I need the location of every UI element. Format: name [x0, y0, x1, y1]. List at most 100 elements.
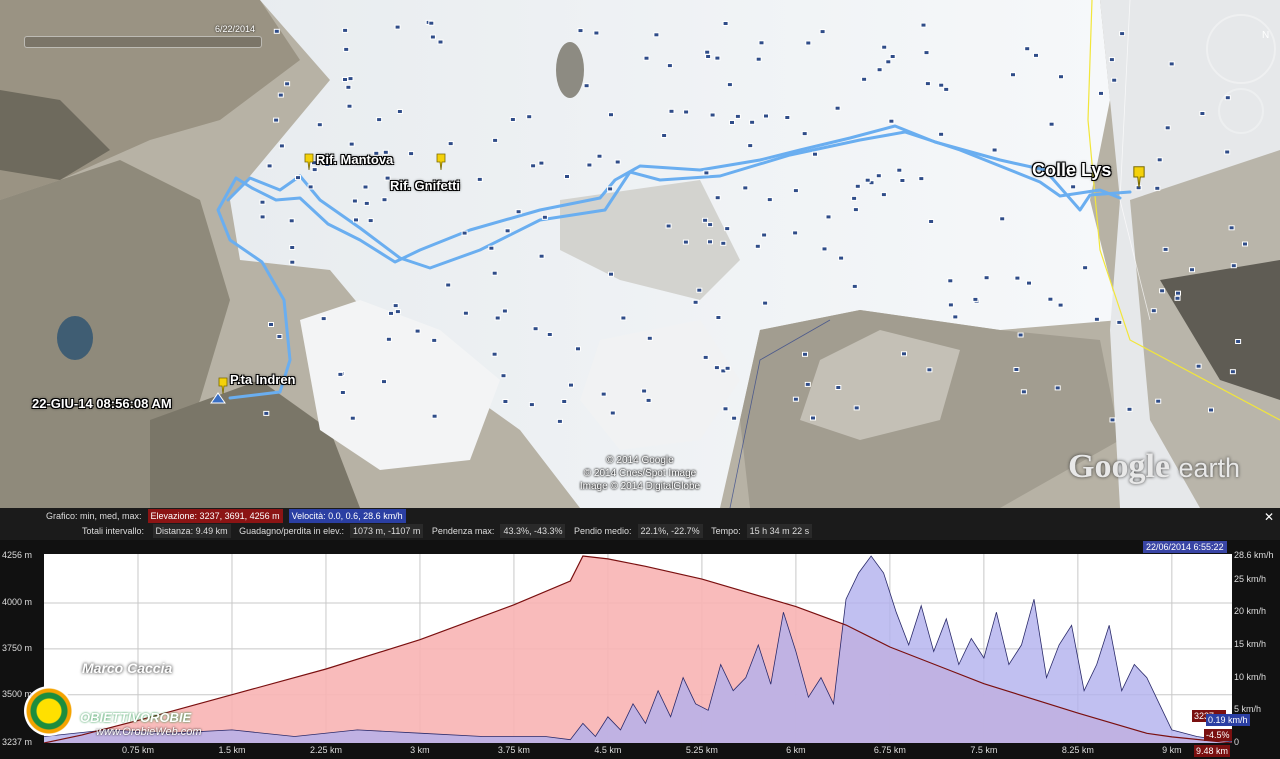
waypoint-marker-icon[interactable] [763, 113, 769, 119]
waypoint-marker-icon[interactable] [947, 278, 954, 284]
waypoint-marker-icon[interactable] [515, 209, 522, 215]
waypoint-marker-icon[interactable] [583, 83, 590, 89]
waypoint-marker-icon[interactable] [715, 315, 722, 320]
waypoint-marker-icon[interactable] [284, 81, 291, 87]
waypoint-marker-icon[interactable] [801, 131, 808, 137]
waypoint-marker-icon[interactable] [885, 59, 892, 65]
waypoint-marker-icon[interactable] [666, 63, 673, 69]
distance-stat[interactable]: Distanza: 9.49 km [152, 524, 231, 538]
waypoint-marker-icon[interactable] [541, 214, 548, 220]
waypoint-marker-icon[interactable] [810, 415, 816, 421]
waypoint-marker-icon[interactable] [428, 20, 435, 26]
profile-chart[interactable] [43, 554, 1233, 744]
waypoint-marker-icon[interactable] [1093, 316, 1100, 322]
waypoint-marker-icon[interactable] [734, 113, 741, 119]
waypoint-marker-icon[interactable] [665, 223, 672, 229]
waypoint-marker-icon[interactable] [362, 184, 369, 190]
waypoint-marker-icon[interactable] [396, 109, 403, 114]
waypoint-marker-icon[interactable] [896, 167, 903, 173]
waypoint-marker-icon[interactable] [702, 354, 709, 360]
waypoint-marker-icon[interactable] [568, 382, 574, 388]
waypoint-marker-icon[interactable] [1054, 385, 1061, 391]
waypoint-marker-icon[interactable] [714, 195, 721, 201]
waypoint-marker-icon[interactable] [835, 385, 842, 390]
waypoint-marker-icon[interactable] [577, 28, 584, 34]
waypoint-marker-icon[interactable] [881, 44, 888, 50]
waypoint-marker-icon[interactable] [1230, 263, 1237, 269]
speed-stat-button[interactable]: Velocità: 0.0, 0.6, 28.6 km/h [288, 509, 406, 523]
waypoint-marker-icon[interactable] [853, 405, 860, 411]
time-slider[interactable] [24, 36, 262, 48]
waypoint-marker-icon[interactable] [1154, 185, 1161, 191]
waypoint-marker-icon[interactable] [821, 246, 828, 252]
waypoint-marker-icon[interactable] [1017, 332, 1024, 338]
waypoint-marker-icon[interactable] [705, 54, 712, 59]
waypoint-marker-icon[interactable] [1024, 46, 1031, 52]
waypoint-marker-icon[interactable] [394, 309, 401, 315]
waypoint-marker-icon[interactable] [620, 315, 627, 321]
waypoint-marker-icon[interactable] [346, 103, 353, 109]
waypoint-marker-icon[interactable] [561, 399, 568, 404]
waypoint-marker-icon[interactable] [347, 76, 354, 82]
waypoint-marker-icon[interactable] [762, 300, 769, 306]
waypoint-marker-icon[interactable] [838, 255, 845, 261]
waypoint-marker-icon[interactable] [276, 334, 283, 339]
waypoint-marker-icon[interactable] [273, 117, 280, 123]
max-slope-stat[interactable]: 43.3%, -43.3% [500, 524, 566, 538]
waypoint-marker-icon[interactable] [1175, 290, 1181, 296]
waypoint-marker-icon[interactable] [702, 217, 709, 223]
waypoint-marker-icon[interactable] [532, 326, 539, 332]
waypoint-marker-icon[interactable] [288, 218, 295, 224]
waypoint-marker-icon[interactable] [668, 108, 675, 114]
waypoint-marker-icon[interactable] [875, 173, 882, 179]
waypoint-marker-icon[interactable] [351, 198, 358, 204]
waypoint-marker-icon[interactable] [1020, 389, 1027, 395]
waypoint-marker-icon[interactable] [273, 28, 280, 34]
waypoint-marker-icon[interactable] [880, 192, 887, 198]
waypoint-marker-icon[interactable] [1229, 369, 1236, 375]
waypoint-marker-icon[interactable] [608, 112, 614, 118]
waypoint-marker-icon[interactable] [596, 153, 603, 159]
waypoint-marker-icon[interactable] [437, 39, 444, 45]
waypoint-marker-icon[interactable] [926, 367, 933, 373]
waypoint-marker-icon[interactable] [259, 199, 266, 205]
waypoint-marker-icon[interactable] [726, 82, 733, 88]
waypoint-marker-icon[interactable] [1189, 267, 1195, 273]
waypoint-marker-icon[interactable] [1242, 241, 1248, 247]
waypoint-marker-icon[interactable] [1109, 417, 1116, 423]
pushpin-icon[interactable] [302, 152, 316, 172]
map-view[interactable]: 6/22/2014 N Rif. Mantova Rif. Gnifetti C… [0, 0, 1280, 508]
waypoint-marker-icon[interactable] [1057, 302, 1064, 308]
waypoint-marker-icon[interactable] [461, 230, 468, 236]
close-icon[interactable]: ✕ [1264, 510, 1274, 524]
waypoint-marker-icon[interactable] [703, 170, 710, 176]
waypoint-marker-icon[interactable] [804, 381, 811, 387]
waypoint-marker-icon[interactable] [1235, 339, 1242, 344]
waypoint-marker-icon[interactable] [1010, 72, 1016, 78]
waypoint-marker-icon[interactable] [343, 46, 350, 52]
waypoint-marker-icon[interactable] [593, 30, 600, 36]
waypoint-marker-icon[interactable] [1174, 295, 1181, 301]
waypoint-marker-icon[interactable] [1228, 225, 1235, 231]
waypoint-marker-icon[interactable] [491, 270, 498, 276]
waypoint-marker-icon[interactable] [394, 24, 401, 30]
waypoint-marker-icon[interactable] [792, 188, 799, 194]
waypoint-marker-icon[interactable] [851, 283, 858, 289]
waypoint-marker-icon[interactable] [720, 240, 727, 246]
waypoint-marker-icon[interactable] [704, 49, 711, 55]
waypoint-marker-icon[interactable] [713, 365, 720, 371]
waypoint-marker-icon[interactable] [289, 245, 296, 250]
waypoint-marker-icon[interactable] [1116, 319, 1123, 325]
waypoint-marker-icon[interactable] [766, 197, 773, 203]
waypoint-marker-icon[interactable] [385, 336, 392, 342]
waypoint-marker-icon[interactable] [792, 396, 799, 402]
waypoint-marker-icon[interactable] [1026, 280, 1032, 286]
waypoint-marker-icon[interactable] [268, 322, 274, 327]
waypoint-marker-icon[interactable] [339, 390, 346, 395]
waypoint-marker-icon[interactable] [645, 397, 652, 403]
waypoint-marker-icon[interactable] [696, 287, 703, 293]
waypoint-marker-icon[interactable] [491, 351, 498, 357]
waypoint-marker-icon[interactable] [972, 296, 979, 302]
waypoint-marker-icon[interactable] [724, 226, 731, 232]
waypoint-marker-icon[interactable] [608, 271, 614, 277]
